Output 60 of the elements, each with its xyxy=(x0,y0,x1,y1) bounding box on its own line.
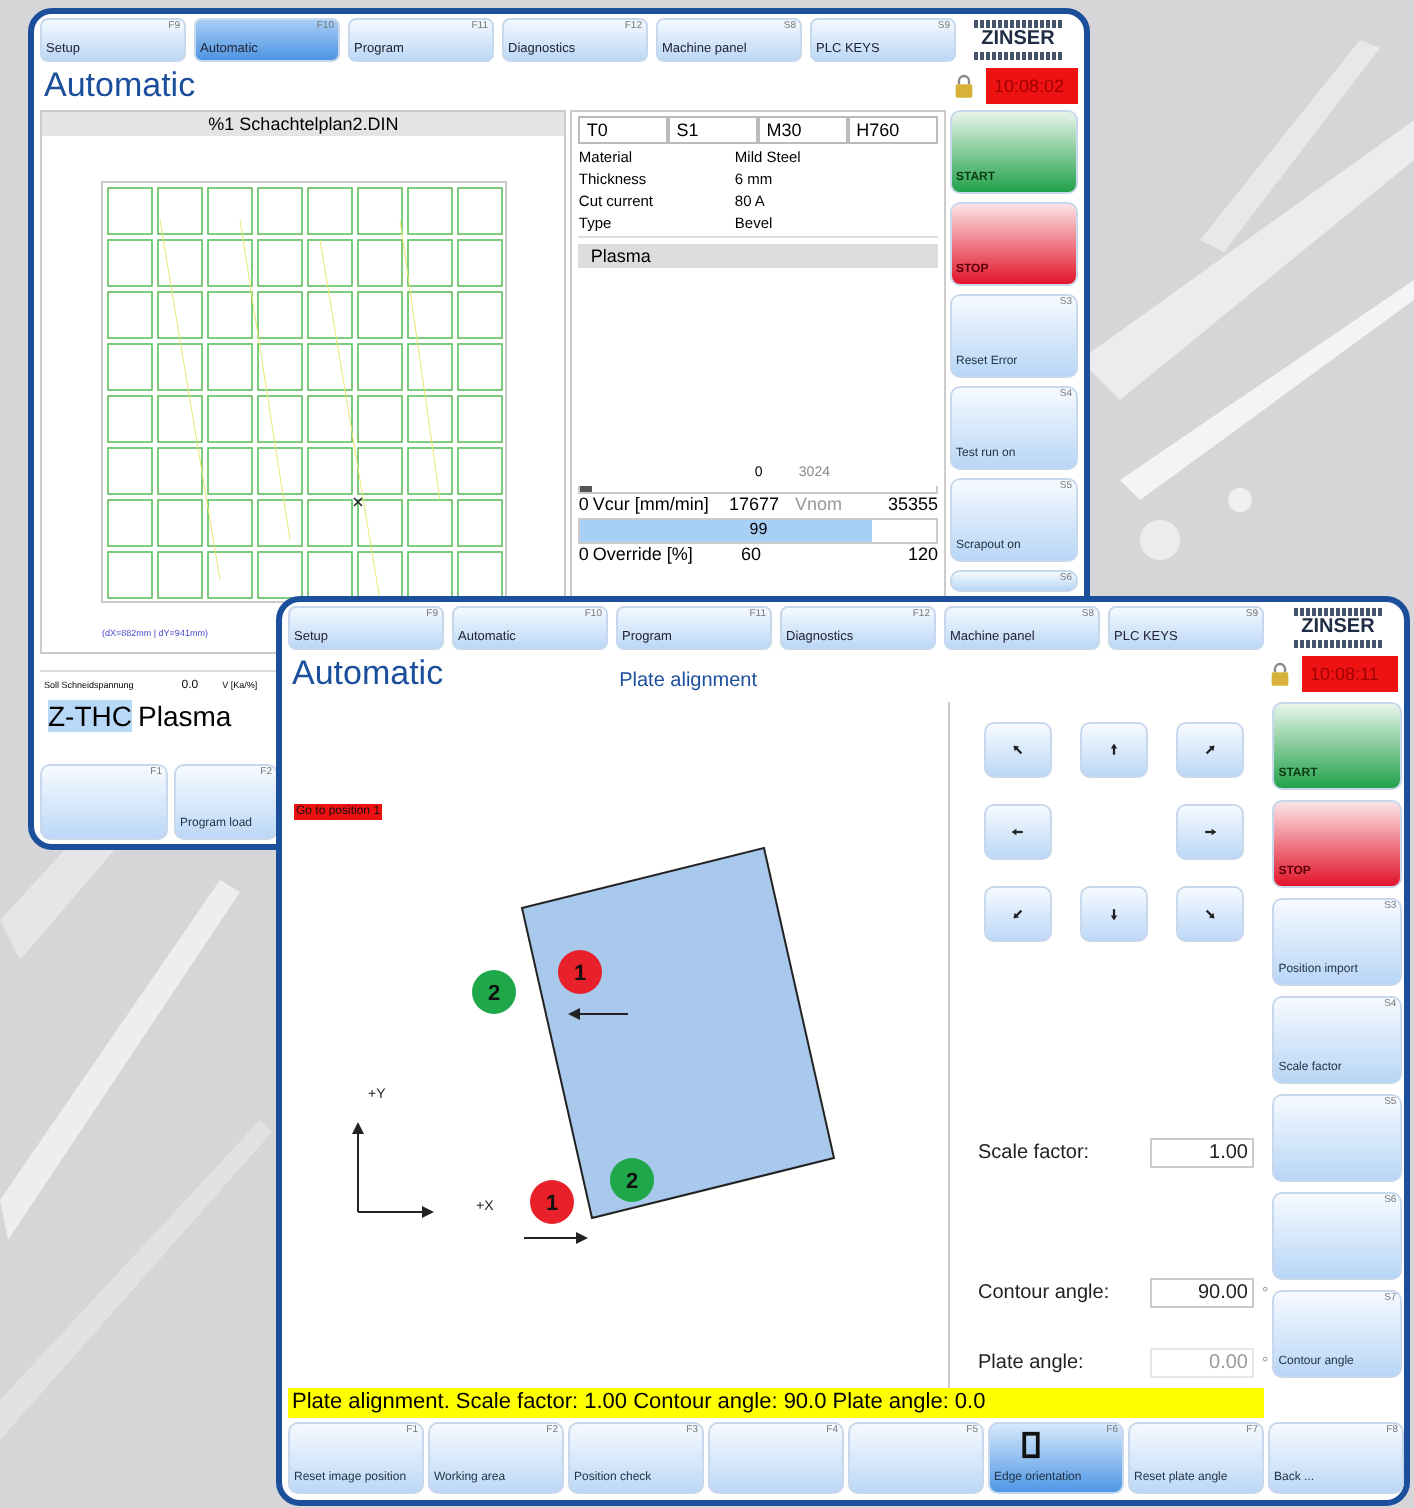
rectangle-icon xyxy=(1022,1430,1040,1460)
section-header: Plasma xyxy=(578,243,938,268)
meter-max: 120 xyxy=(907,543,938,564)
arrow-icon xyxy=(1010,824,1026,840)
override-value: 99 xyxy=(747,519,770,538)
input-field[interactable]: 1.00 xyxy=(1150,1137,1254,1167)
lock-icon xyxy=(1270,662,1290,686)
position-marker: 2 xyxy=(610,1158,654,1202)
jog-button[interactable] xyxy=(984,722,1052,778)
meter-min: 0 xyxy=(578,493,589,514)
tool-field: S1 xyxy=(668,115,759,144)
position-marker: 2 xyxy=(472,970,516,1014)
field-label: Plate angle: xyxy=(978,1351,1086,1373)
meter-label: Vnom xyxy=(794,493,842,514)
direction-arrow xyxy=(568,1008,629,1020)
y-axis xyxy=(352,1122,364,1213)
meter-mid: 60 xyxy=(740,543,761,564)
file-name: %1 Schachtelplan2.DIN xyxy=(42,111,565,136)
direction-arrow xyxy=(523,1232,588,1244)
mode-tag: Z-THC xyxy=(48,699,132,732)
tool-field: T0 xyxy=(578,115,669,144)
jog-button[interactable] xyxy=(984,804,1052,860)
arrow-icon xyxy=(1202,824,1218,840)
tool-field: M30 xyxy=(758,115,849,144)
meter-label: Vcur [mm/min] xyxy=(592,493,709,514)
field-label: Scale factor: xyxy=(978,1141,1092,1163)
arrow-icon xyxy=(1106,906,1122,922)
jog-button[interactable] xyxy=(1176,804,1244,860)
jog-button[interactable] xyxy=(1080,886,1148,942)
clock: 10:08:11 xyxy=(1302,656,1398,692)
meter-min: 0 xyxy=(578,543,589,564)
arrow-icon xyxy=(1202,906,1218,922)
x-axis xyxy=(357,1206,434,1218)
logo: ZINSER xyxy=(1286,606,1390,650)
lock-icon xyxy=(954,73,974,98)
arrow-icon xyxy=(1202,742,1218,758)
jog-button[interactable] xyxy=(1176,886,1244,942)
mode-text: Plasma xyxy=(138,699,232,732)
status-bar: Plate alignment. Scale factor: 1.00 Contour angle: 90.0 Plate angle: 0.0 xyxy=(288,1388,1264,1418)
field-label: Contour angle: xyxy=(978,1281,1112,1303)
page-title: Automatic xyxy=(44,65,196,106)
unit-label: ° xyxy=(1262,1283,1269,1301)
jog-button[interactable] xyxy=(1080,722,1148,778)
page-subtitle: Plate alignment xyxy=(619,669,758,691)
position-marker: 1 xyxy=(530,1180,574,1224)
logo: ZINSER xyxy=(966,18,1070,62)
input-field[interactable]: 90.00 xyxy=(1150,1277,1254,1307)
unit-label: ° xyxy=(1262,1353,1269,1371)
arrow-icon xyxy=(1010,742,1026,758)
meter-label: Override [%] xyxy=(592,543,693,564)
meter-max: 35355 xyxy=(887,493,938,514)
jog-button[interactable] xyxy=(1176,722,1244,778)
clock: 10:08:02 xyxy=(986,67,1078,104)
arrow-icon xyxy=(1010,906,1026,922)
arrow-icon xyxy=(1106,742,1122,758)
jog-button[interactable] xyxy=(984,886,1052,942)
meter-value: 17677 xyxy=(728,493,779,514)
tool-field: H760 xyxy=(848,115,938,144)
page-title: Automatic xyxy=(292,654,444,694)
position-marker: 1 xyxy=(558,950,602,994)
